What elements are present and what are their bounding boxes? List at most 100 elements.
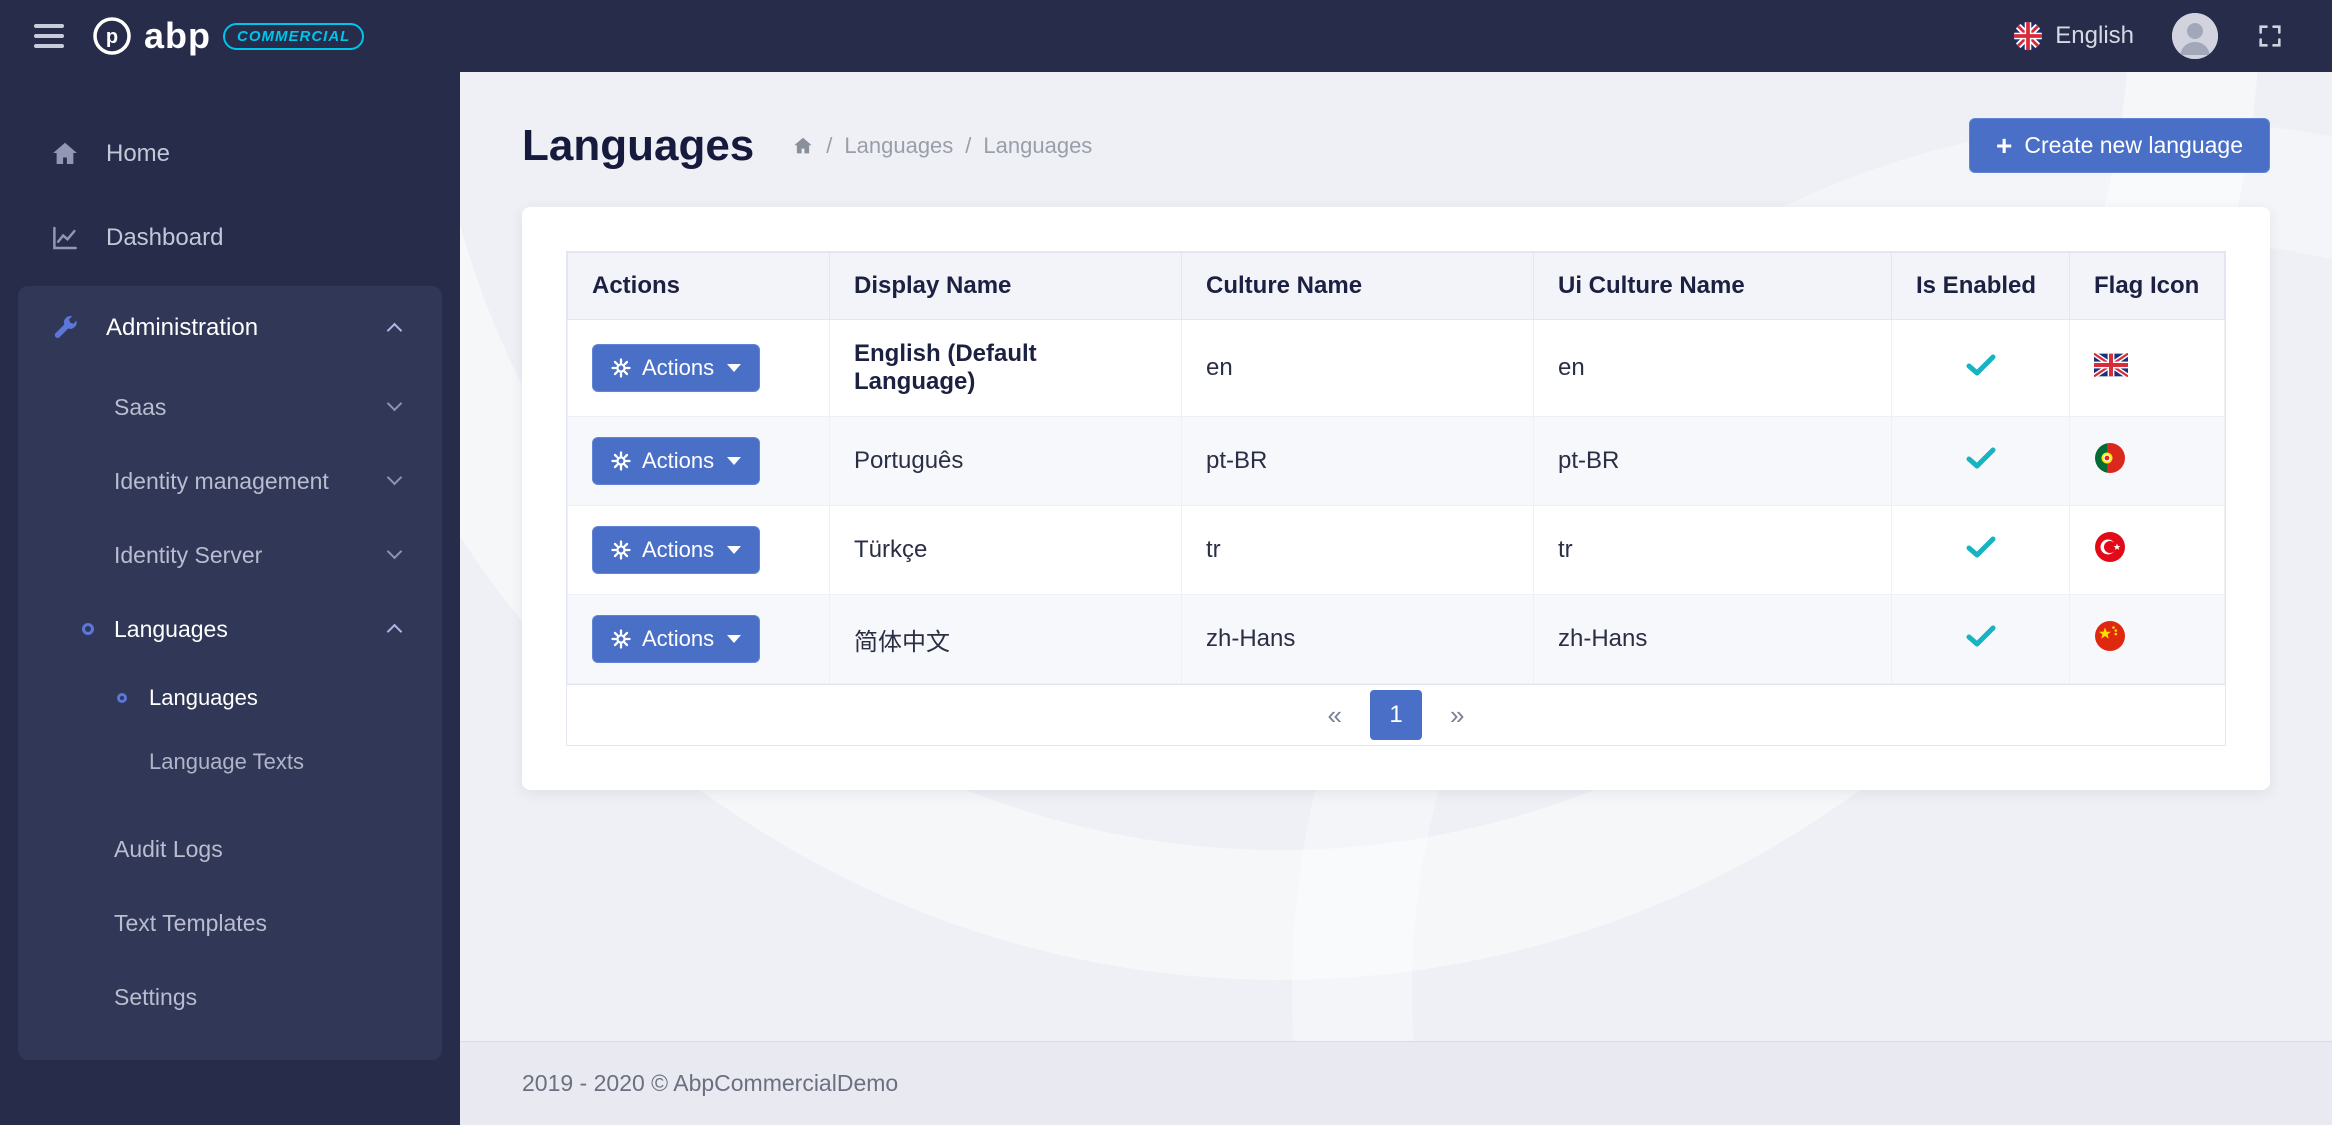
gear-icon	[611, 451, 631, 471]
sidebar-item-home[interactable]: Home	[0, 112, 460, 196]
row-actions-button[interactable]: Actions	[592, 344, 760, 392]
chevron-up-icon	[387, 624, 403, 640]
sidebar-item-identity-management[interactable]: Identity management	[18, 444, 442, 518]
display-name-cell: English (Default Language)	[854, 340, 1037, 395]
row-actions-button[interactable]: Actions	[592, 615, 760, 663]
chevron-down-icon	[387, 396, 403, 412]
display-name-cell: Türkçe	[830, 506, 1182, 595]
sidebar-item-label: Dashboard	[106, 224, 223, 252]
column-header-culture-name: Culture Name	[1182, 253, 1534, 320]
breadcrumb-separator: /	[965, 133, 971, 159]
table-row: Actions Türkçe tr tr	[568, 506, 2225, 595]
sidebar-item-label: Identity Server	[114, 542, 262, 569]
gear-icon	[611, 629, 631, 649]
abp-logo[interactable]: p abp COMMERCIAL	[92, 15, 364, 57]
caret-down-icon	[727, 457, 741, 465]
row-actions-button[interactable]: Actions	[592, 437, 760, 485]
breadcrumb-home-icon[interactable]	[792, 135, 814, 157]
sidebar-item-administration[interactable]: Administration	[18, 286, 442, 370]
uk-flag-icon	[2094, 353, 2128, 377]
copyright-text: 2019 - 2020 © AbpCommercialDemo	[522, 1070, 898, 1097]
sidebar-item-settings[interactable]: Settings	[18, 960, 442, 1034]
breadcrumb-item[interactable]: Languages	[844, 133, 953, 159]
sidebar-item-dashboard[interactable]: Dashboard	[0, 196, 460, 280]
home-icon	[48, 137, 82, 171]
page-content: Languages / Languages / Languages + Crea…	[460, 72, 2332, 1041]
sidebar-item-languages-child[interactable]: Languages	[18, 666, 442, 730]
china-flag-icon	[2094, 620, 2126, 652]
table-row: Actions 简体中文 zh-Hans zh-Hans	[568, 595, 2225, 684]
enabled-check-icon	[1966, 627, 1996, 654]
gear-icon	[611, 358, 631, 378]
column-header-flag-icon: Flag Icon	[2070, 253, 2225, 320]
administration-section: Administration Saas Identity management …	[18, 286, 442, 1060]
actions-button-label: Actions	[642, 537, 714, 563]
wrench-icon	[48, 311, 82, 345]
table-header-row: Actions Display Name Culture Name Ui Cul…	[568, 253, 2225, 320]
pagination: « 1 »	[567, 684, 2225, 745]
sidebar-item-audit-logs[interactable]: Audit Logs	[18, 812, 442, 886]
languages-table: Actions Display Name Culture Name Ui Cul…	[567, 252, 2225, 684]
chevron-up-icon	[387, 323, 403, 339]
caret-down-icon	[727, 546, 741, 554]
sidebar-item-saas[interactable]: Saas	[18, 370, 442, 444]
sidebar-item-label: Languages	[114, 616, 228, 643]
culture-name-cell: en	[1182, 320, 1534, 417]
column-header-is-enabled: Is Enabled	[1892, 253, 2070, 320]
sidebar-item-languages[interactable]: Languages	[18, 592, 442, 666]
sidebar-item-label: Language Texts	[149, 749, 304, 775]
caret-down-icon	[727, 364, 741, 372]
sidebar-item-text-templates[interactable]: Text Templates	[18, 886, 442, 960]
fullscreen-icon[interactable]	[2256, 22, 2284, 50]
enabled-check-icon	[1966, 449, 1996, 476]
page-title: Languages	[522, 121, 754, 171]
languages-table-wrap: Actions Display Name Culture Name Ui Cul…	[566, 251, 2226, 746]
ui-culture-name-cell: pt-BR	[1534, 417, 1892, 506]
sidebar-item-label: Identity management	[114, 468, 329, 495]
row-actions-button[interactable]: Actions	[592, 526, 760, 574]
sidebar-item-label: Saas	[114, 394, 166, 421]
footer: 2019 - 2020 © AbpCommercialDemo	[460, 1041, 2332, 1125]
sidebar-item-identity-server[interactable]: Identity Server	[18, 518, 442, 592]
caret-down-icon	[727, 635, 741, 643]
sidebar-item-label: Settings	[114, 984, 197, 1011]
create-button-label: Create new language	[2024, 132, 2243, 159]
pagination-prev-button[interactable]: «	[1328, 700, 1342, 731]
enabled-check-icon	[1966, 538, 1996, 565]
display-name-cell: Português	[830, 417, 1182, 506]
app-root: p abp COMMERCIAL Home Dashboard	[0, 0, 2332, 1125]
portugal-flag-icon	[2094, 442, 2126, 474]
topbar: English	[460, 0, 2332, 72]
user-avatar[interactable]	[2172, 13, 2218, 59]
column-header-display-name: Display Name	[830, 253, 1182, 320]
culture-name-cell: pt-BR	[1182, 417, 1534, 506]
gear-icon	[611, 540, 631, 560]
sidebar-item-label: Home	[106, 140, 170, 168]
sidebar-nav: Home Dashboard Administration Saas	[0, 72, 460, 1060]
pagination-next-button[interactable]: »	[1450, 700, 1464, 731]
sidebar: p abp COMMERCIAL Home Dashboard	[0, 0, 460, 1125]
breadcrumb: / Languages / Languages	[792, 133, 1092, 159]
languages-card: Actions Display Name Culture Name Ui Cul…	[522, 207, 2270, 790]
sidebar-header: p abp COMMERCIAL	[0, 0, 460, 72]
culture-name-cell: zh-Hans	[1182, 595, 1534, 684]
turkey-flag-icon	[2094, 531, 2126, 563]
culture-name-cell: tr	[1182, 506, 1534, 595]
actions-button-label: Actions	[642, 355, 714, 381]
bullet-icon	[82, 623, 94, 635]
enabled-check-icon	[1966, 356, 1996, 383]
sidebar-item-label: Languages	[149, 685, 258, 711]
logo-text: abp	[144, 15, 211, 57]
actions-button-label: Actions	[642, 626, 714, 652]
ui-culture-name-cell: zh-Hans	[1534, 595, 1892, 684]
pagination-page-1-button[interactable]: 1	[1370, 690, 1422, 740]
page-header: Languages / Languages / Languages + Crea…	[522, 118, 2270, 173]
bullet-icon	[117, 693, 127, 703]
sidebar-item-language-texts[interactable]: Language Texts	[18, 730, 442, 794]
language-switcher[interactable]: English	[2013, 21, 2134, 51]
create-new-language-button[interactable]: + Create new language	[1969, 118, 2270, 173]
table-row: Actions Português pt-BR pt-BR	[568, 417, 2225, 506]
menu-toggle-icon[interactable]	[34, 24, 64, 48]
main-area: English Languages / Languages / Langu	[460, 0, 2332, 1125]
sidebar-item-label: Audit Logs	[114, 836, 223, 863]
